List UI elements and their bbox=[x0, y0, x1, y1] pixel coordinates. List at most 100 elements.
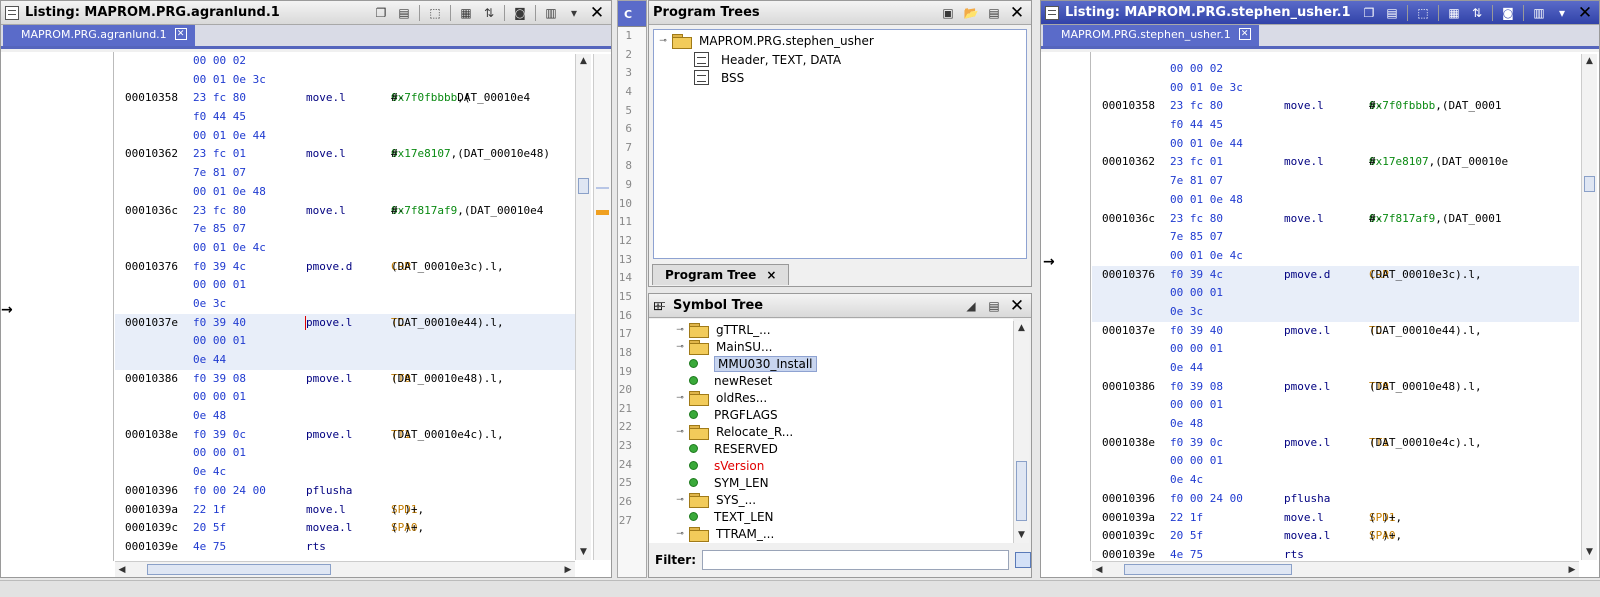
listing-row[interactable]: 00010396 f0 00 24 00 pflusha bbox=[115, 482, 575, 501]
chevron-down-icon[interactable]: ▾ bbox=[564, 4, 584, 22]
right-vertical-scrollbar[interactable]: ▲ ▼ bbox=[1581, 54, 1597, 560]
symbol-tree-item[interactable]: MMU030_Install bbox=[689, 355, 817, 372]
listing-row[interactable]: 7e 81 07 bbox=[1092, 172, 1579, 191]
symbol-tree-folder[interactable]: ⊸ SYS_... bbox=[675, 491, 756, 508]
listing-row[interactable]: 00 00 02 bbox=[1092, 60, 1579, 79]
expand-toggle-icon[interactable]: ⊸ bbox=[675, 495, 685, 505]
listing-row[interactable]: 7e 81 07 bbox=[115, 164, 575, 183]
listing-row[interactable]: 0e 44 bbox=[1092, 359, 1579, 378]
snapshot-icon[interactable]: ◙ bbox=[510, 4, 530, 22]
scroll-right-icon[interactable]: ▶ bbox=[1565, 562, 1579, 577]
symbol-tree-folder[interactable]: ⊸ oldRes... bbox=[675, 389, 767, 406]
listing-row[interactable]: 00010376 f0 39 4c pmove.d (DAT_00010e3c).l,… bbox=[1092, 265, 1579, 285]
listing-row[interactable]: 00 01 0e 44 bbox=[1092, 135, 1579, 154]
listing-row[interactable]: 00 01 0e 3c bbox=[1092, 79, 1579, 98]
left-vertical-scrollbar[interactable]: ▲ ▼ bbox=[575, 54, 591, 560]
listing-row[interactable]: 0001039a 22 1f move.l (SP)+, D1 bbox=[115, 501, 575, 520]
cursor-select-icon[interactable]: ⬚ bbox=[425, 4, 445, 22]
scroll-left-icon[interactable]: ◀ bbox=[115, 562, 129, 577]
close-icon[interactable]: ✕ bbox=[1575, 3, 1595, 23]
close-tab-icon[interactable]: ✕ bbox=[174, 28, 187, 40]
collapse-toggle-icon[interactable]: ⊸ bbox=[658, 36, 668, 46]
listing-row[interactable]: 0e 48 bbox=[1092, 415, 1579, 434]
listing-row[interactable]: 00 00 01 bbox=[1092, 284, 1579, 303]
listing-row[interactable]: 00 00 01 bbox=[115, 444, 575, 463]
listing-row[interactable]: 0e 44 bbox=[115, 351, 575, 370]
paste-icon[interactable]: ▤ bbox=[394, 4, 414, 22]
close-icon[interactable]: ✕ bbox=[1007, 296, 1027, 316]
scroll-down-icon[interactable]: ▼ bbox=[1582, 545, 1597, 560]
symbol-tree-folder[interactable]: ⊸ TTRAM_... bbox=[675, 525, 774, 542]
listing-row[interactable]: 0001037e f0 39 40 pmove.l (DAT_00010e44).l,… bbox=[115, 313, 575, 333]
program-tree-root[interactable]: ⊸ MAPROM.PRG.stephen_usher bbox=[658, 32, 874, 49]
scroll-right-icon[interactable]: ▶ bbox=[561, 562, 575, 577]
listing-row[interactable]: 0001039e 4e 75 rts bbox=[115, 538, 575, 557]
listing-row[interactable]: 00 00 02 bbox=[115, 52, 575, 71]
view-icon[interactable]: ▤ bbox=[984, 4, 1004, 22]
listing-row[interactable]: 00 00 01 bbox=[115, 332, 575, 351]
symbol-tree-item[interactable]: TEXT_LEN bbox=[689, 508, 774, 525]
listing-row[interactable]: 00 01 0e 4c bbox=[115, 239, 575, 258]
close-icon[interactable]: ✕ bbox=[587, 3, 607, 23]
listing-row[interactable]: 0e 3c bbox=[115, 295, 575, 314]
close-tab-icon[interactable]: × bbox=[766, 268, 776, 282]
navigate-icon[interactable]: ▤ bbox=[984, 297, 1004, 315]
left-listing-titlebar[interactable]: Listing: MAPROM.PRG.agranlund.1 ❐ ▤ ⬚ ▦ … bbox=[1, 1, 611, 25]
listing-row[interactable]: 00010386 f0 39 08 pmove.l (DAT_00010e48).l,… bbox=[115, 370, 575, 389]
filter-input[interactable] bbox=[702, 550, 1010, 570]
copy-icon[interactable]: ❐ bbox=[371, 4, 391, 22]
scroll-thumb[interactable] bbox=[1016, 461, 1027, 521]
listing-row[interactable]: 00 01 0e 48 bbox=[115, 183, 575, 202]
listing-row[interactable]: 00 00 01 bbox=[1092, 340, 1579, 359]
scroll-up-icon[interactable]: ▲ bbox=[576, 54, 591, 69]
listing-row[interactable]: 0e 3c bbox=[1092, 302, 1579, 322]
listing-row[interactable]: 0001039a 22 1f move.l (SP)+, D1 bbox=[1092, 509, 1579, 528]
listing-row[interactable]: 7e 85 07 bbox=[1092, 228, 1579, 247]
left-overview-bar[interactable] bbox=[593, 54, 611, 560]
paste-icon[interactable]: ▤ bbox=[1382, 4, 1402, 22]
listing-row[interactable]: 0001038e f0 39 0c pmove.l (DAT_00010e4c).l,… bbox=[1092, 434, 1579, 453]
scroll-left-icon[interactable]: ◀ bbox=[1092, 562, 1106, 577]
symbol-tree-folder[interactable]: ⊸ Relocate_R... bbox=[675, 423, 793, 440]
scroll-thumb[interactable] bbox=[1584, 176, 1595, 192]
expand-toggle-icon[interactable]: ⊸ bbox=[675, 427, 685, 437]
listing-row[interactable]: 00010396 f0 00 24 00 pflusha bbox=[1092, 490, 1579, 509]
listing-row[interactable]: 00010362 23 fc 01 move.l #0x17e8107 ,(DAT_00… bbox=[115, 145, 575, 164]
expand-toggle-icon[interactable]: ⊸ bbox=[675, 529, 685, 539]
listing-row[interactable]: 00 01 0e 4c bbox=[1092, 247, 1579, 266]
listing-row[interactable]: 00 01 0e 48 bbox=[1092, 191, 1579, 210]
listing-row[interactable]: 0e 4c bbox=[1092, 471, 1579, 490]
tab-right-listing[interactable]: MAPROM.PRG.stephen_usher.1 ✕ bbox=[1043, 25, 1259, 46]
listing-row[interactable]: 00 00 01 bbox=[115, 388, 575, 407]
program-tree-fragment[interactable]: Header, TEXT, DATA bbox=[694, 51, 841, 68]
close-tab-icon[interactable]: ✕ bbox=[1238, 28, 1251, 40]
listing-row[interactable]: 0001036c 23 fc 80 move.l #- 0x7f817af9 ,(DAT_… bbox=[1092, 210, 1579, 229]
listing-row[interactable]: 0001039c 20 5f movea.l (SP)+, A0 bbox=[115, 519, 575, 538]
flow-arrows-icon[interactable]: ⇅ bbox=[1467, 4, 1487, 22]
listing-row[interactable]: 0001038e f0 39 0c pmove.l (DAT_00010e4c).l,… bbox=[115, 426, 575, 445]
listing-row[interactable]: 7e 85 07 bbox=[115, 220, 575, 239]
left-horizontal-scrollbar[interactable]: ◀ ▶ bbox=[115, 561, 575, 577]
scroll-down-icon[interactable]: ▼ bbox=[576, 545, 591, 560]
listing-row[interactable]: 0001036c 23 fc 80 move.l #- 0x7f817af9 ,(DAT_… bbox=[115, 202, 575, 221]
scroll-thumb[interactable] bbox=[578, 178, 589, 194]
layout-menu-icon[interactable]: ▥ bbox=[1529, 4, 1549, 22]
listing-row[interactable]: 00 00 01 bbox=[115, 276, 575, 295]
symbol-tree-item[interactable]: PRGFLAGS bbox=[689, 406, 778, 423]
new-tree-icon[interactable]: ▣ bbox=[938, 4, 958, 22]
tab-left-listing[interactable]: MAPROM.PRG.agranlund.1 ✕ bbox=[3, 25, 195, 46]
flow-arrows-icon[interactable]: ⇅ bbox=[479, 4, 499, 22]
filter-options-icon[interactable] bbox=[1015, 552, 1031, 568]
open-folder-icon[interactable]: 📂 bbox=[961, 4, 981, 22]
scroll-down-icon[interactable]: ▼ bbox=[1014, 528, 1029, 543]
symbol-tree-folder[interactable]: ⊸ gTTRL_... bbox=[675, 321, 771, 338]
symbol-tree-scrollbar[interactable]: ▲ ▼ bbox=[1013, 321, 1029, 543]
create-namespace-icon[interactable]: ◢ bbox=[961, 297, 981, 315]
listing-row[interactable]: 00010386 f0 39 08 pmove.l (DAT_00010e48).l,… bbox=[1092, 378, 1579, 397]
listing-row[interactable]: 00 00 01 bbox=[1092, 452, 1579, 471]
listing-row[interactable]: 0001039c 20 5f movea.l (SP)+, A0 bbox=[1092, 527, 1579, 546]
symbol-tree-item[interactable]: SYM_LEN bbox=[689, 474, 769, 491]
listing-row[interactable]: f0 44 45 bbox=[115, 108, 575, 127]
symbol-tree-item[interactable]: RESERVED bbox=[689, 440, 778, 457]
expand-toggle-icon[interactable]: ⊸ bbox=[675, 342, 685, 352]
